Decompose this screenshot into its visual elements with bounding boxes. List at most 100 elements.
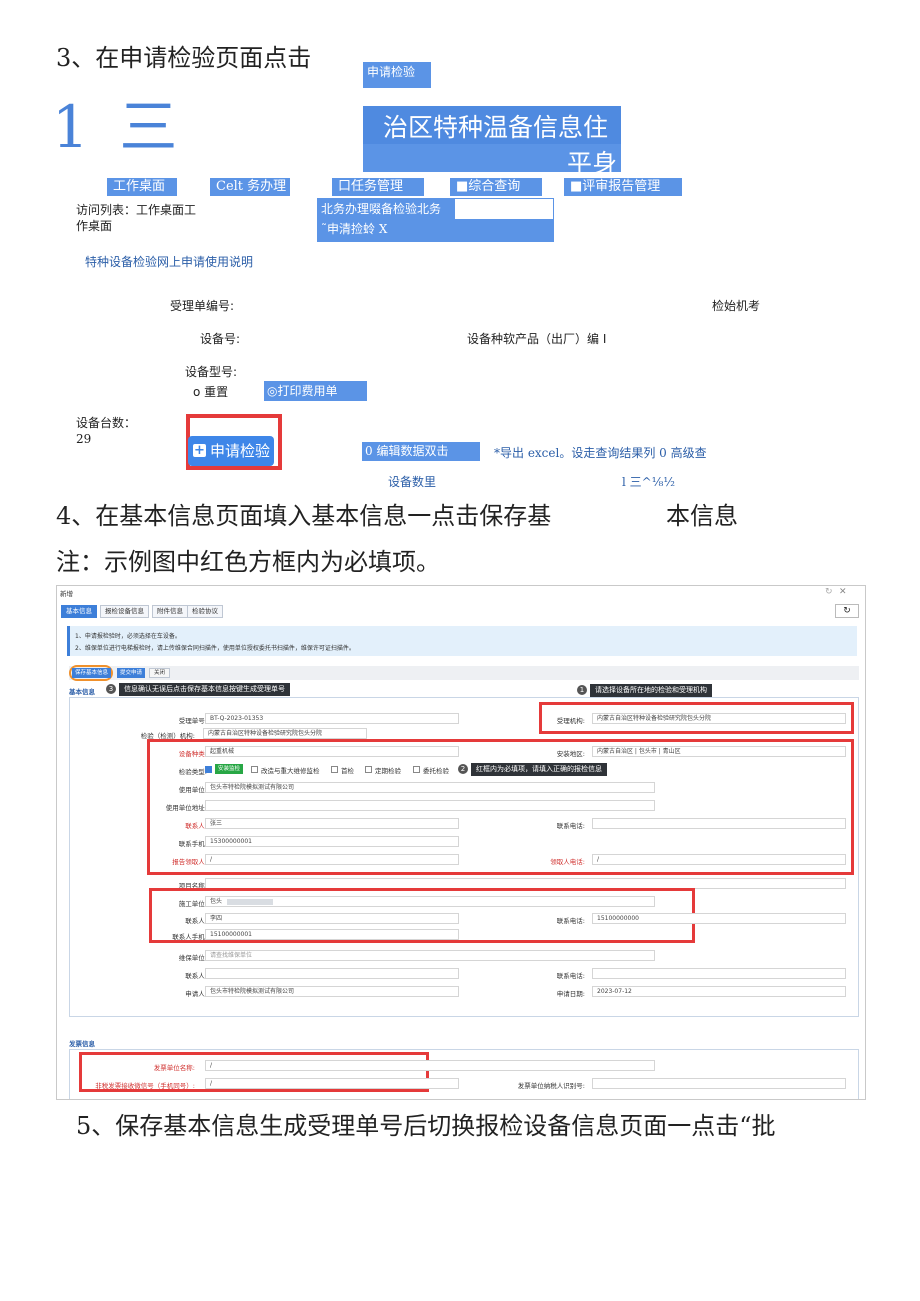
contact2-label: 联系人: bbox=[185, 917, 207, 925]
device-count-value: 29 bbox=[76, 432, 92, 446]
inspect-type-checkbox-3[interactable] bbox=[331, 766, 338, 773]
reload-button[interactable]: ↻ bbox=[835, 604, 859, 618]
report-phone-input[interactable]: / bbox=[592, 854, 846, 865]
applicant-label: 申请人: bbox=[185, 990, 207, 998]
section-invoice: 发票信息 bbox=[69, 1040, 95, 1048]
blurred-text bbox=[226, 898, 273, 905]
construct-label: 施工单位: bbox=[178, 900, 207, 908]
area-label: 安装地区: bbox=[556, 750, 585, 758]
close-icon[interactable]: ✕ bbox=[839, 587, 847, 597]
apply-inspection-button-label: 申请检验 bbox=[210, 442, 271, 460]
contact3-label: 联系人: bbox=[185, 972, 207, 980]
product-no-label: 设备种软产品（出厂）编 I bbox=[467, 332, 607, 346]
close-button[interactable]: 关闭 bbox=[149, 668, 171, 678]
inspect-type-checkbox-5[interactable] bbox=[413, 766, 420, 773]
nav-task-manage[interactable]: 口任务管理 bbox=[332, 178, 424, 196]
nav-query[interactable]: ■综合查询 bbox=[450, 178, 542, 196]
step4-heading: 4、在基本信息页面填入基本信息一点击保存基 bbox=[56, 502, 552, 530]
banner-title: 治区特种温备信息住 bbox=[383, 113, 609, 142]
refresh-icon[interactable]: ↻ bbox=[825, 587, 833, 597]
use-unit-select[interactable]: 包头市特检院模拟测试有限公司 bbox=[205, 782, 655, 793]
edit-data-hint: 0 编辑数据双击 bbox=[362, 442, 480, 461]
taxpayer-label: 发票单位纳税人识别号: bbox=[517, 1082, 585, 1090]
notice-line-2: 2、维保单位进行电梯报检时，请上传维保合同扫描件，使用单位授权委托书扫描件，维保… bbox=[75, 645, 355, 652]
inspect-type-checkbox-4[interactable] bbox=[365, 766, 372, 773]
use-addr-label: 使用单位地址: bbox=[165, 804, 207, 812]
taxpayer-input[interactable] bbox=[592, 1078, 846, 1089]
device-type-label: 设备种类: bbox=[178, 750, 207, 758]
apply-inspection-tab[interactable]: 申请检验 bbox=[363, 62, 431, 88]
phone2-label: 联系电话: bbox=[556, 917, 585, 925]
use-unit-label: 使用单位: bbox=[178, 786, 207, 794]
invoice-contact-label: 非税发票接收微信号（手机同号）: bbox=[95, 1082, 195, 1090]
inspect-type-option-1: 安装监检 bbox=[215, 764, 244, 774]
apply-date-input[interactable]: 2023-07-12 bbox=[592, 986, 846, 997]
submit-button[interactable]: 提交申请 bbox=[117, 668, 146, 678]
save-basic-info-button[interactable]: 保存基本信息 bbox=[72, 668, 112, 678]
nav-workdesk[interactable]: 工作桌面 bbox=[107, 178, 177, 196]
tab-device-info[interactable]: 报检设备信息 bbox=[100, 605, 149, 618]
reset-button[interactable]: o 重置 bbox=[193, 383, 228, 400]
receipt-no-label: 受理单号: bbox=[178, 717, 207, 725]
phone3-input[interactable] bbox=[592, 968, 846, 979]
help-link[interactable]: 特种设备检验网上申请使用说明 bbox=[85, 253, 253, 270]
dropdown-item-inspection[interactable]: 北务办理啜备检验北务 bbox=[318, 199, 455, 219]
maint-select[interactable]: 请查找维保单位 bbox=[205, 950, 655, 961]
inspect-type-checkbox-1[interactable] bbox=[205, 766, 212, 773]
phone-label: 联系电话: bbox=[556, 822, 585, 830]
use-addr-input[interactable] bbox=[205, 800, 655, 811]
tip-badge-1: 1 bbox=[577, 685, 587, 695]
nav-business[interactable]: Celt 务办理 bbox=[210, 178, 290, 196]
invoice-name-label: 发票单位名称: bbox=[153, 1064, 195, 1072]
inspect-type-label: 检验类型: bbox=[178, 768, 207, 776]
print-fee-button[interactable]: ◎打印费用单 bbox=[264, 381, 367, 401]
report-person-label: 报告领取人: bbox=[172, 858, 207, 866]
business-dropdown: 北务办理啜备检验北务 ˜申清捡蛉 X bbox=[317, 198, 554, 242]
device-type-input[interactable]: 起重机械 bbox=[205, 746, 459, 757]
step4-note: 注：示例图中红色方框内为必填项。 bbox=[56, 548, 440, 576]
pagination-label[interactable]: l 三^⅛½ bbox=[622, 473, 675, 490]
visit-list-label: 访问列表：工作桌面工 bbox=[76, 203, 197, 217]
applicant-input[interactable]: 包头市特检院模拟测试有限公司 bbox=[205, 986, 459, 997]
construct-select[interactable]: 包头 bbox=[205, 896, 655, 907]
inspect-type-option-4: 定期检验 bbox=[375, 767, 401, 775]
basic-info-screenshot: 新增 ✕ ↻ 基本信息 报检设备信息 附件信息 检验协议 ↻ 1、申请报检验时，… bbox=[56, 585, 866, 1100]
site-banner: 治区特种温备信息住 平身 bbox=[363, 106, 621, 178]
construct-value: 包头 bbox=[210, 898, 223, 905]
export-excel-link[interactable]: *导出 excel。设走查询结果列 0 高级查 bbox=[494, 444, 707, 461]
contact-input[interactable]: 张三 bbox=[205, 818, 459, 829]
plus-icon: + bbox=[193, 443, 206, 458]
tip-required: 红框内为必填项，请填入正确的报检信息 bbox=[471, 763, 607, 776]
phone2-input[interactable]: 15100000000 bbox=[592, 913, 846, 924]
step5-heading: 5、保存基本信息生成受理单号后切换报检设备信息页面一点击“批 bbox=[76, 1112, 776, 1140]
tab-basic-info[interactable]: 基本信息 bbox=[61, 605, 97, 618]
mobile-label: 联系手机: bbox=[178, 840, 207, 848]
logo-text: 1 三 bbox=[52, 93, 184, 161]
device-count-label: 设备台数： bbox=[76, 416, 137, 430]
org-select[interactable]: 内蒙古自治区特种设备检验研究院包头分院 bbox=[203, 728, 367, 739]
report-person-input[interactable]: / bbox=[205, 854, 459, 865]
nav-report-manage[interactable]: ■评审报告管理 bbox=[564, 178, 682, 196]
inspect-type-checkbox-2[interactable] bbox=[251, 766, 258, 773]
invoice-contact-input[interactable]: / bbox=[205, 1078, 459, 1089]
mobile2-label: 联系人手机: bbox=[172, 933, 207, 941]
receipt-no-input[interactable]: BT-Q-2023-01353 bbox=[205, 713, 459, 724]
required-box-org bbox=[539, 702, 854, 734]
device-qty-label: 设备数里 bbox=[388, 475, 437, 489]
tab-attachment[interactable]: 附件信息 bbox=[152, 605, 188, 618]
invoice-name-input[interactable]: / bbox=[205, 1060, 655, 1071]
inspect-type-option-2: 改造与重大维修监检 bbox=[261, 767, 320, 775]
mobile2-input[interactable]: 15100000001 bbox=[205, 929, 459, 940]
maint-label: 维保单位: bbox=[178, 954, 207, 962]
contact2-input[interactable]: 李四 bbox=[205, 913, 459, 924]
notice-box: 1、申请报检验时，必须选择在车设备。 2、维保单位进行电梯报检时，请上传维保合同… bbox=[67, 626, 857, 656]
area-select[interactable]: 内蒙古自治区 | 包头市 | 青山区 bbox=[592, 746, 846, 757]
tab-agreement[interactable]: 检验协议 bbox=[187, 605, 223, 618]
report-phone-label: 领取人电话: bbox=[550, 858, 585, 866]
phone-input[interactable] bbox=[592, 818, 846, 829]
dropdown-item-apply[interactable]: ˜申清捡蛉 X bbox=[318, 219, 553, 241]
apply-inspection-button[interactable]: + 申请检验 bbox=[188, 436, 274, 466]
contact3-input[interactable] bbox=[205, 968, 459, 979]
mobile-input[interactable]: 15300000001 bbox=[205, 836, 459, 847]
step4-heading-end: 本信息 bbox=[666, 502, 738, 530]
